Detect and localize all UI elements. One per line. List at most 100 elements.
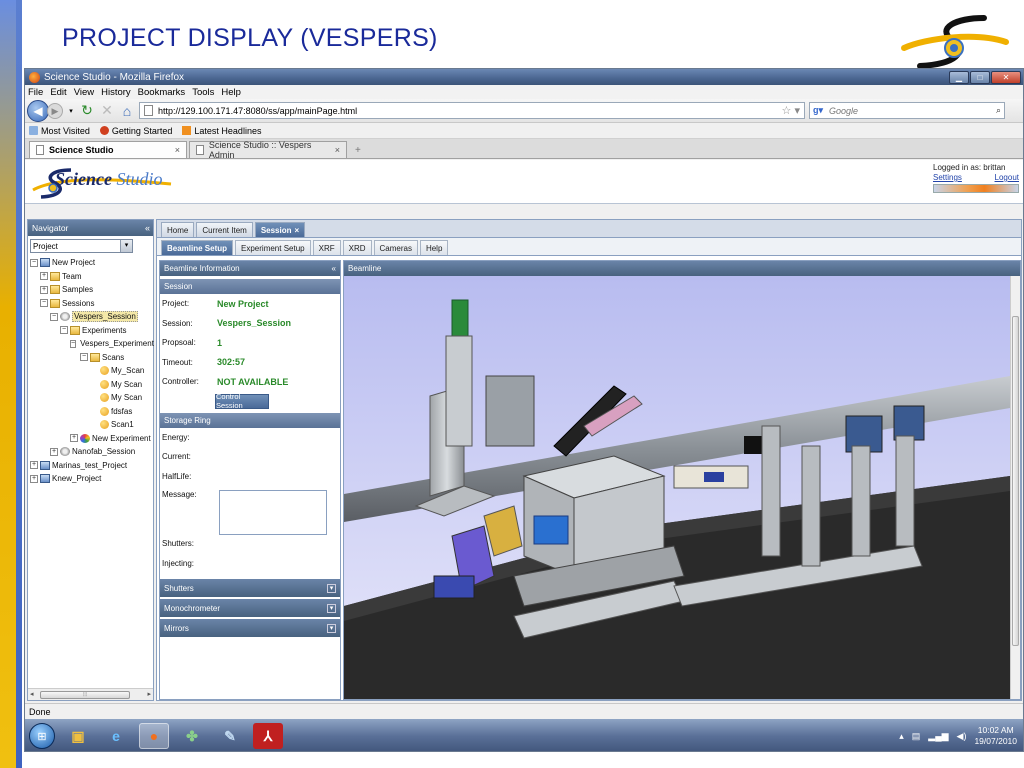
firefox-taskbar-icon[interactable]: ●: [139, 723, 169, 749]
url-bar[interactable]: http://129.100.171.47:8080/ss/app/mainPa…: [139, 102, 805, 119]
collapse-icon[interactable]: −: [70, 339, 77, 348]
bookmark-latest-headlines[interactable]: Latest Headlines: [182, 125, 261, 136]
expand-icon[interactable]: +: [70, 434, 78, 443]
expand-icon[interactable]: +: [50, 447, 58, 456]
scroll-thumb[interactable]: [1012, 316, 1019, 646]
acrobat-icon[interactable]: ⅄: [253, 723, 283, 749]
close-button[interactable]: ✕: [991, 70, 1021, 84]
collapse-icon[interactable]: −: [80, 353, 88, 362]
explorer-icon[interactable]: ▣: [63, 723, 93, 749]
tree-item[interactable]: − Scans: [28, 351, 153, 365]
monochrometer-section-header[interactable]: Monochrometer ▾: [160, 599, 340, 617]
shutters-section-header[interactable]: Shutters ▾: [160, 579, 340, 597]
minimize-button[interactable]: ▁: [949, 70, 969, 84]
vertical-scrollbar[interactable]: [1010, 276, 1020, 699]
menu-tools[interactable]: Tools: [192, 87, 214, 98]
tab-session[interactable]: Session ×: [254, 222, 306, 237]
tree-item[interactable]: + New Experiment: [28, 432, 153, 446]
collapse-icon[interactable]: «: [145, 223, 150, 233]
expand-icon[interactable]: ▾: [327, 603, 336, 613]
bookmark-most-visited[interactable]: Most Visited: [29, 125, 90, 136]
network-icon[interactable]: ▤: [912, 731, 921, 742]
expand-icon[interactable]: ▾: [327, 583, 336, 593]
tree-item[interactable]: My Scan: [28, 378, 153, 392]
navigator-select[interactable]: Project ▾: [30, 239, 133, 253]
tray-arrow-icon[interactable]: ▴: [899, 731, 904, 742]
expand-icon[interactable]: +: [40, 272, 48, 281]
tree-item[interactable]: − New Project: [28, 256, 153, 270]
tab-beamline-setup[interactable]: Beamline Setup: [161, 240, 234, 255]
menu-help[interactable]: Help: [221, 87, 241, 98]
search-bar[interactable]: g▾ Google ⌕: [809, 102, 1005, 119]
forward-arrow-icon[interactable]: ▶: [47, 102, 63, 119]
close-tab-icon[interactable]: ×: [175, 145, 180, 155]
scroll-left-icon[interactable]: ◂: [30, 690, 34, 698]
menu-history[interactable]: History: [101, 87, 131, 98]
collapse-icon[interactable]: −: [60, 326, 68, 335]
network-app-icon[interactable]: ✤: [177, 723, 207, 749]
bookmark-getting-started[interactable]: Getting Started: [99, 125, 172, 136]
reload-icon[interactable]: ↻: [79, 102, 95, 119]
tree-item[interactable]: My_Scan: [28, 364, 153, 378]
tree-item[interactable]: My Scan: [28, 391, 153, 405]
dropdown-arrow-icon[interactable]: ▾: [67, 107, 75, 115]
tree-item[interactable]: Scan1: [28, 418, 153, 432]
expand-icon[interactable]: +: [30, 474, 38, 483]
close-tab-icon[interactable]: ×: [295, 226, 300, 235]
scroll-right-icon[interactable]: ▸: [147, 690, 151, 698]
tree-item[interactable]: + Nanofab_Session: [28, 445, 153, 459]
tree-item[interactable]: + Knew_Project: [28, 472, 153, 486]
chevron-down-icon[interactable]: ▾: [120, 240, 132, 252]
tree-item[interactable]: − Vespers_Experiment: [28, 337, 154, 351]
tree-item[interactable]: − Vespers_Session: [28, 310, 153, 324]
new-tab-button[interactable]: +: [349, 145, 367, 156]
collapse-icon[interactable]: «: [332, 264, 336, 273]
stop-icon[interactable]: ✕: [99, 102, 115, 119]
tree-item[interactable]: + Samples: [28, 283, 153, 297]
maximize-button[interactable]: □: [970, 70, 990, 84]
tree-item[interactable]: + Team: [28, 270, 153, 284]
signal-icon[interactable]: ▂▄▆: [928, 731, 948, 742]
paint-icon[interactable]: ✎: [215, 723, 245, 749]
tab-home[interactable]: Home: [161, 222, 195, 237]
tab-xrd[interactable]: XRD: [342, 240, 372, 255]
bookmark-star-icon[interactable]: ☆ ▾: [782, 104, 804, 117]
tab-vespers-admin[interactable]: Science Studio :: Vespers Admin ×: [189, 140, 347, 160]
menu-bookmarks[interactable]: Bookmarks: [138, 87, 186, 98]
volume-icon[interactable]: ◀): [957, 731, 967, 742]
expand-icon[interactable]: +: [30, 461, 38, 470]
back-arrow-icon[interactable]: ◀: [27, 99, 49, 122]
message-textarea[interactable]: [219, 490, 327, 535]
clock[interactable]: 10:02 AM 19/07/2010: [974, 725, 1017, 747]
beamline-3d-view[interactable]: [344, 276, 1010, 699]
logout-link[interactable]: Logout: [995, 173, 1019, 182]
home-icon[interactable]: ⌂: [119, 103, 135, 119]
menu-view[interactable]: View: [74, 87, 94, 98]
tab-cameras[interactable]: Cameras: [373, 240, 418, 255]
scroll-thumb[interactable]: ⦙⦙⦙: [40, 691, 130, 699]
expand-icon[interactable]: ▾: [327, 623, 336, 633]
collapse-icon[interactable]: −: [30, 258, 38, 267]
tree-item[interactable]: fdsfas: [28, 405, 153, 419]
settings-link[interactable]: Settings: [933, 173, 962, 182]
tab-current-item[interactable]: Current Item: [196, 222, 253, 237]
tab-science-studio[interactable]: Science Studio ×: [29, 141, 187, 158]
tree-item[interactable]: − Experiments: [28, 324, 153, 338]
google-icon[interactable]: g▾: [813, 105, 823, 116]
horizontal-scrollbar[interactable]: ◂ ⦙⦙⦙ ▸: [28, 688, 153, 700]
tab-help[interactable]: Help: [419, 240, 449, 255]
tab-xrf[interactable]: XRF: [312, 240, 341, 255]
menu-edit[interactable]: Edit: [50, 87, 66, 98]
tree-item[interactable]: + Marinas_test_Project: [28, 459, 153, 473]
start-button-icon[interactable]: ⊞: [29, 723, 55, 749]
close-tab-icon[interactable]: ×: [335, 145, 340, 155]
internet-explorer-icon[interactable]: e: [101, 723, 131, 749]
search-icon[interactable]: ⌕: [996, 105, 1001, 116]
mirrors-section-header[interactable]: Mirrors ▾: [160, 619, 340, 637]
control-session-button[interactable]: Control Session: [215, 392, 269, 410]
menu-file[interactable]: File: [28, 87, 43, 98]
tree-item[interactable]: − Sessions: [28, 297, 153, 311]
expand-icon[interactable]: +: [40, 285, 48, 294]
collapse-icon[interactable]: −: [40, 299, 48, 308]
collapse-icon[interactable]: −: [50, 312, 58, 321]
